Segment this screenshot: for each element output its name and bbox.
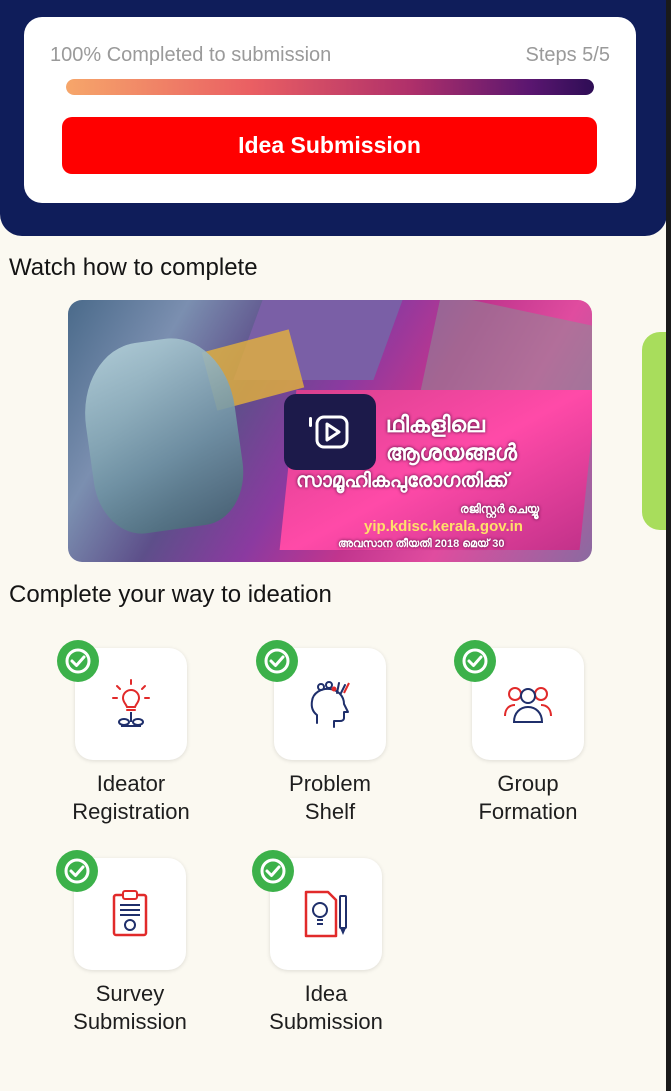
step-label: Idea Submission (236, 980, 416, 1036)
step-problem-shelf[interactable]: Problem Shelf (240, 640, 420, 826)
step-tile[interactable] (256, 640, 386, 760)
progress-card: 100% Completed to submission Steps 5/5 I… (24, 17, 636, 203)
group-icon (504, 687, 552, 723)
step-label-line1: Idea (304, 981, 348, 1006)
step-tile[interactable] (57, 640, 187, 760)
steps-counter: Steps 5/5 (525, 44, 610, 66)
check-icon (57, 640, 99, 682)
thumbnail-url: yip.kdisc.kerala.gov.in (364, 518, 523, 535)
thumbnail-text: സാമൂഹികപുരോഗതിക്ക് (296, 470, 509, 492)
idea-submission-button[interactable]: Idea Submission (62, 117, 597, 174)
step-label-line2: Submission (269, 1009, 383, 1034)
step-label-line2: Formation (478, 799, 578, 824)
head-gears-icon (310, 681, 350, 728)
screen-edge (666, 0, 671, 1091)
progress-bar-fill (66, 79, 594, 95)
check-icon (56, 850, 98, 892)
play-button[interactable] (284, 394, 376, 470)
step-survey-submission[interactable]: Survey Submission (40, 850, 220, 1036)
step-idea-submission[interactable]: Idea Submission (236, 850, 416, 1036)
step-tile[interactable] (56, 850, 186, 970)
step-label: Survey Submission (40, 980, 220, 1036)
step-group-formation[interactable]: Group Formation (438, 640, 618, 826)
step-label: Problem Shelf (240, 770, 420, 826)
clipboard-icon (112, 890, 148, 937)
progress-status-text: 100% Completed to submission (50, 44, 332, 66)
check-icon (256, 640, 298, 682)
thumbnail-text: ഥികളിലെ (386, 412, 485, 437)
tutorial-video-thumbnail[interactable]: ഥികളിലെ ആശയങ്ങൾ സാമൂഹികപുരോഗതിക്ക് രജിസ്… (68, 300, 592, 562)
step-label-line2: Submission (73, 1009, 187, 1034)
check-icon (454, 640, 496, 682)
check-icon (252, 850, 294, 892)
thumbnail-text: അവസാന തീയതി 2018 മെയ് 30 (338, 538, 505, 550)
progress-bar (66, 79, 594, 95)
video-section-title: Watch how to complete (9, 254, 258, 281)
step-label-line2: Registration (72, 799, 190, 824)
thumbnail-text: ആശയങ്ങൾ (386, 440, 517, 465)
step-label-line1: Survey (95, 981, 165, 1006)
step-label-line1: Problem (289, 771, 371, 796)
step-label-line1: Group (497, 771, 559, 796)
step-label: Group Formation (438, 770, 618, 826)
thumbnail-text: രജിസ്റ്റർ ചെയ്യൂ (460, 502, 540, 516)
lightbulb-icon (112, 679, 150, 727)
step-ideator-registration[interactable]: Ideator Registration (41, 640, 221, 826)
step-label-line2: Shelf (304, 799, 356, 824)
step-tile[interactable] (454, 640, 584, 760)
step-label: Ideator Registration (41, 770, 221, 826)
idea-document-icon (304, 890, 347, 938)
play-icon (309, 415, 349, 449)
step-label-line1: Ideator (96, 771, 166, 796)
steps-section-title: Complete your way to ideation (9, 581, 332, 608)
step-tile[interactable] (252, 850, 382, 970)
